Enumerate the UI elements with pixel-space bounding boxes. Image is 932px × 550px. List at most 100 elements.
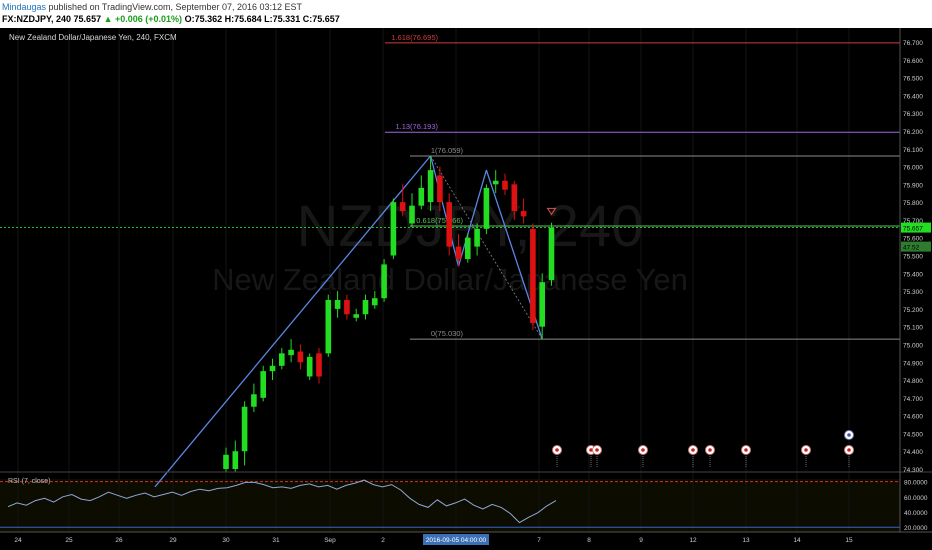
- time-tick-label: Sep: [324, 537, 336, 544]
- price-tick-label: 75.800: [903, 200, 923, 207]
- rsi-tick-label: 20.0000: [904, 525, 928, 532]
- price-axis-bg: [900, 28, 932, 532]
- candle-body: [530, 228, 536, 324]
- candle-body: [297, 351, 304, 363]
- time-tick-label: 24: [14, 537, 22, 544]
- time-tick-label: 26: [115, 537, 123, 544]
- price-tick-label: 75.400: [903, 271, 923, 278]
- price-tick-label: 74.600: [903, 414, 923, 421]
- candle-body: [288, 349, 294, 356]
- last-price-tag-text: 75.657: [903, 226, 923, 233]
- candle-body: [492, 180, 499, 185]
- price-tick-label: 75.500: [903, 254, 923, 261]
- candle-body: [511, 184, 518, 212]
- time-tick-label: 13: [742, 537, 750, 544]
- price-tick-label: 76.300: [903, 111, 923, 118]
- price-tick-label: 75.300: [903, 289, 923, 296]
- event-marker-dot: [555, 448, 559, 452]
- candle-body: [548, 227, 555, 281]
- candle-body: [427, 170, 434, 203]
- price-tick-label: 74.900: [903, 360, 923, 367]
- price-tick-label: 76.100: [903, 147, 923, 154]
- rsi-band: [0, 479, 900, 532]
- event-marker-dot: [708, 448, 712, 452]
- time-tick-label: 25: [65, 537, 73, 544]
- candle-body: [455, 246, 462, 260]
- time-tick-label: 14: [793, 537, 801, 544]
- event-marker-dot: [804, 448, 808, 452]
- price-tick-label: 74.300: [903, 467, 923, 474]
- candle-body: [381, 264, 387, 299]
- fib-level-label: 1(76.059): [431, 146, 464, 155]
- candle-body: [465, 237, 471, 260]
- chart-screenshot: Mindaugas published on TradingView.com, …: [0, 0, 932, 550]
- time-tick-label: 8: [587, 537, 591, 544]
- chart-title: New Zealand Dollar/Japanese Yen, 240, FX…: [9, 33, 177, 42]
- candle-body: [474, 228, 480, 247]
- time-tick-label: 31: [272, 537, 280, 544]
- candle-body: [418, 187, 425, 206]
- price-tick-label: 76.000: [903, 165, 923, 172]
- time-tick-label: 12: [689, 537, 697, 544]
- event-marker-dot: [691, 448, 695, 452]
- fib-level-label: 1.618(76.695): [391, 33, 438, 42]
- candle-body: [251, 394, 257, 407]
- price-tick-label: 74.700: [903, 396, 923, 403]
- rsi-label: RSI (7, close): [8, 478, 50, 485]
- fib-level-label: 0(75.030): [431, 329, 464, 338]
- candle-body: [344, 299, 350, 315]
- candle-body: [539, 282, 545, 327]
- candle-body: [269, 365, 276, 372]
- chart-canvas[interactable]: NZDJPY, 240 New Zealand Dollar/Japanese …: [0, 0, 932, 550]
- candle-body: [241, 406, 248, 452]
- price-tick-label: 74.800: [903, 378, 923, 385]
- candle-body: [502, 180, 508, 190]
- price-tick-label: 74.500: [903, 431, 923, 438]
- candle-body: [260, 371, 266, 398]
- price-tick-label: 76.700: [903, 40, 923, 47]
- candle-body: [306, 356, 313, 377]
- candle-body: [316, 353, 322, 377]
- price-tick-label: 75.100: [903, 325, 923, 332]
- event-marker-dot: [744, 448, 748, 452]
- fib-level-label: 1.13(76.193): [395, 122, 438, 131]
- time-tick-label: 15: [845, 537, 853, 544]
- candle-body: [362, 299, 369, 315]
- time-tick-label: 2: [381, 537, 385, 544]
- candle-body: [483, 187, 490, 229]
- event-marker-dot: [595, 448, 599, 452]
- price-tick-label: 76.200: [903, 129, 923, 136]
- candle-body: [409, 205, 415, 224]
- candle-body: [390, 202, 397, 256]
- time-tick-label: 29: [169, 537, 177, 544]
- event-marker-dot: [847, 448, 851, 452]
- price-tick-label: 75.000: [903, 342, 923, 349]
- price-tick-label: 75.200: [903, 307, 923, 314]
- candle-body: [520, 211, 527, 217]
- candle-body: [232, 451, 239, 469]
- secondary-price-tag-text: 47.52: [903, 245, 920, 252]
- event-marker-dot: [641, 448, 645, 452]
- candle-body: [372, 298, 378, 306]
- candle-body: [446, 202, 452, 247]
- candle-body: [437, 175, 443, 203]
- candle-body: [325, 299, 332, 354]
- price-tick-label: 76.600: [903, 58, 923, 65]
- time-tick-label: 9: [639, 537, 643, 544]
- time-tick-label: 7: [537, 537, 541, 544]
- price-tick-label: 75.900: [903, 182, 923, 189]
- candle-body: [223, 454, 229, 469]
- price-tick-label: 74.400: [903, 449, 923, 456]
- price-tick-label: 76.400: [903, 93, 923, 100]
- candle-body: [334, 299, 341, 309]
- event-marker-dot: [847, 433, 851, 437]
- time-tick-label: 30: [222, 537, 230, 544]
- rsi-tick-label: 60.0000: [904, 495, 928, 502]
- rsi-tick-label: 80.0000: [904, 480, 928, 487]
- price-tick-label: 76.500: [903, 76, 923, 83]
- candle-body: [399, 202, 406, 212]
- rsi-tick-label: 40.0000: [904, 510, 928, 517]
- crosshair-time-label: 2016-09-05 04:00:00: [426, 537, 487, 544]
- candle-body: [353, 314, 359, 318]
- fib-level-label: 0.618(75.666): [416, 216, 463, 225]
